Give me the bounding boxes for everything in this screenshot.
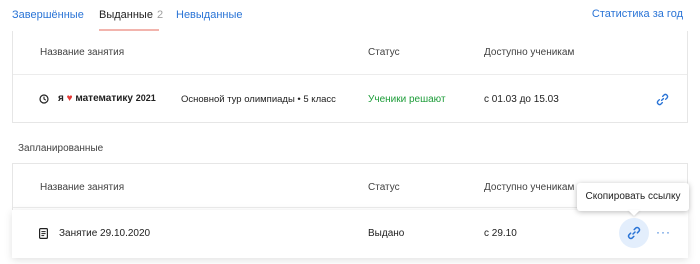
lesson-available: с 01.03 до 15.03 bbox=[484, 94, 559, 105]
lesson-title: Основной тур олимпиады • 5 класс bbox=[181, 94, 336, 105]
tab-completed[interactable]: Завершённые bbox=[12, 8, 84, 22]
brand-prefix: я bbox=[58, 93, 64, 104]
copy-link-button[interactable] bbox=[619, 218, 649, 248]
lesson-title: Занятие 29.10.2020 bbox=[59, 228, 151, 239]
clock-icon bbox=[39, 94, 49, 104]
header-available: Доступно ученикам bbox=[484, 47, 575, 58]
lesson-status: Выдано bbox=[368, 228, 405, 239]
header-available: Доступно ученикам bbox=[484, 182, 575, 193]
link-icon[interactable] bbox=[656, 93, 669, 106]
lesson-status: Ученики решают bbox=[368, 94, 446, 105]
tabs-bar: Завершённые Выданные 2 Невыданные Статист… bbox=[0, 0, 700, 31]
document-icon bbox=[39, 228, 48, 239]
header-status: Статус bbox=[368, 182, 400, 193]
tab-not-issued[interactable]: Невыданные bbox=[176, 8, 243, 22]
tab-issued-label: Выданные bbox=[99, 9, 153, 21]
table-header: Название занятия Статус Доступно ученика… bbox=[13, 31, 687, 75]
lesson-available: с 29.10 bbox=[484, 228, 517, 239]
link-icon bbox=[627, 226, 641, 240]
heart-icon: ♥ bbox=[66, 93, 73, 104]
more-options-button[interactable]: ··· bbox=[656, 226, 671, 238]
olympiad-brand: я ♥ математику 2021 bbox=[58, 93, 156, 104]
header-name: Название занятия bbox=[40, 182, 125, 193]
yearly-stats-link[interactable]: Статистика за год bbox=[592, 8, 683, 20]
tab-issued-count: 2 bbox=[156, 9, 164, 21]
brand-main: математику bbox=[75, 93, 133, 104]
header-name: Название занятия bbox=[40, 47, 125, 58]
issued-lessons-table: Название занятия Статус Доступно ученика… bbox=[12, 31, 688, 123]
copy-link-tooltip: Скопировать ссылку bbox=[577, 183, 689, 211]
header-status: Статус bbox=[368, 47, 400, 58]
brand-year: 2021 bbox=[135, 93, 156, 103]
tab-issued[interactable]: Выданные 2 bbox=[99, 8, 163, 22]
tooltip-arrow bbox=[628, 210, 640, 216]
table-row[interactable]: я ♥ математику 2021 Основной тур олимпиа… bbox=[13, 76, 687, 123]
table-row[interactable]: Занятие 29.10.2020 Выдано с 29.10 bbox=[0, 210, 700, 255]
planned-section-label: Запланированные bbox=[18, 143, 104, 154]
